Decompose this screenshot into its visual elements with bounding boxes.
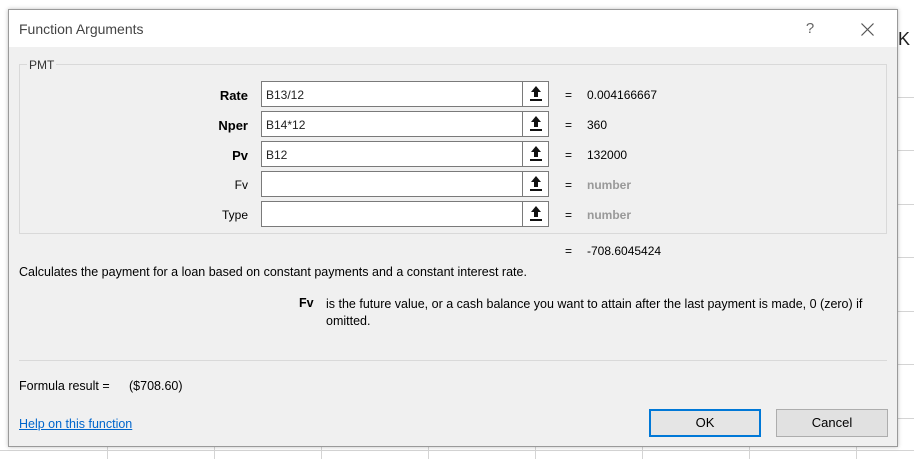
grid-line — [107, 446, 108, 459]
pv-range-select-button[interactable] — [522, 142, 548, 166]
type-equals: = — [565, 208, 573, 222]
range-select-icon — [530, 116, 542, 131]
type-range-select-button[interactable] — [522, 202, 548, 226]
nper-label: Nper — [218, 118, 248, 133]
pv-label: Pv — [232, 148, 248, 163]
range-select-icon — [530, 206, 542, 221]
grid-line — [642, 446, 643, 459]
column-header-k: K — [898, 29, 911, 49]
nper-evaluated-value: 360 — [587, 118, 608, 132]
help-button[interactable]: ? — [795, 16, 825, 42]
grid-line — [214, 446, 215, 459]
function-description: Calculates the payment for a loan based … — [19, 265, 527, 279]
grid-line — [428, 446, 429, 459]
title-bar[interactable]: Function Arguments ? — [9, 10, 897, 47]
fv-range-select-button[interactable] — [522, 172, 548, 196]
fv-label: Fv — [234, 178, 248, 192]
nper-range-select-button[interactable] — [522, 112, 548, 136]
nper-input-value: B14*12 — [266, 118, 306, 132]
type-label: Type — [221, 208, 248, 222]
background-grid-right — [897, 52, 914, 459]
grid-line — [321, 446, 322, 459]
argument-help-text: is the future value, or a cash balance y… — [326, 297, 863, 328]
formula-result-label: Formula result = — [19, 379, 110, 393]
function-result-value: -708.6045424 — [587, 244, 662, 258]
fv-input[interactable] — [261, 171, 549, 197]
close-button[interactable] — [851, 16, 883, 42]
rate-label: Rate — [219, 88, 248, 103]
type-input[interactable] — [261, 201, 549, 227]
type-evaluated-value: number — [587, 208, 632, 222]
rate-input-value: B13/12 — [266, 88, 305, 102]
range-select-icon — [530, 146, 542, 161]
pv-input-value: B12 — [266, 148, 288, 162]
function-name-label: PMT — [27, 58, 57, 72]
divider — [19, 360, 887, 361]
grid-line — [535, 446, 536, 459]
formula-result-value: ($708.60) — [129, 379, 183, 393]
dialog-title: Function Arguments — [19, 21, 144, 37]
close-icon — [861, 23, 874, 36]
rate-range-select-button[interactable] — [522, 82, 548, 106]
grid-line — [749, 446, 750, 459]
pv-evaluated-value: 132000 — [587, 148, 628, 162]
ok-button[interactable]: OK — [649, 409, 761, 437]
nper-equals: = — [565, 118, 573, 132]
help-on-function-link[interactable]: Help on this function — [19, 417, 132, 431]
grid-line — [856, 446, 857, 459]
cancel-button[interactable]: Cancel — [776, 409, 888, 437]
result-equals: = — [565, 244, 573, 258]
rate-equals: = — [565, 88, 573, 102]
range-select-icon — [530, 176, 542, 191]
nper-input[interactable]: B14*12 — [261, 111, 549, 137]
rate-evaluated-value: 0.004166667 — [587, 88, 658, 102]
argument-help-name: Fv — [299, 296, 314, 310]
grid-line — [0, 450, 914, 451]
pv-input[interactable]: B12 — [261, 141, 549, 167]
fv-evaluated-value: number — [587, 178, 632, 192]
rate-input[interactable]: B13/12 — [261, 81, 549, 107]
range-select-icon — [530, 86, 542, 101]
fv-equals: = — [565, 178, 573, 192]
pv-equals: = — [565, 148, 573, 162]
function-arguments-dialog: Function Arguments ? PMT Rate B13/12 = 0… — [8, 9, 898, 447]
